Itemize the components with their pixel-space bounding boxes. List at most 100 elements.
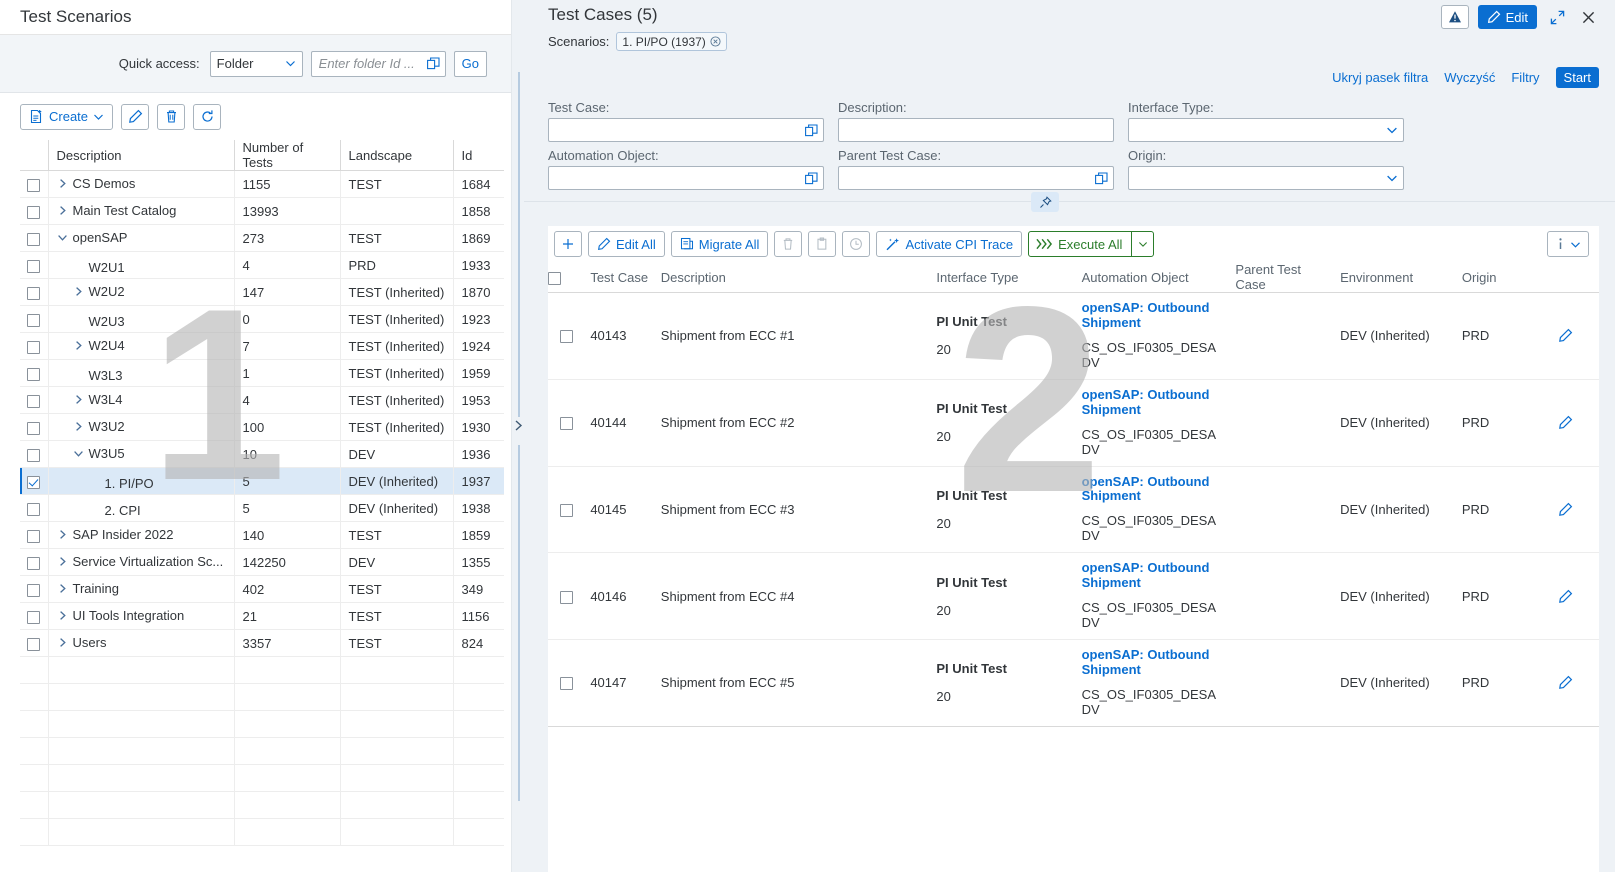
execute-all-button[interactable]: Execute All [1028, 231, 1154, 257]
tree-row-checkbox[interactable] [27, 233, 40, 246]
tree-row-checkbox[interactable] [27, 638, 40, 651]
activate-cpi-trace-button[interactable]: Activate CPI Trace [876, 231, 1022, 257]
filter-input[interactable] [548, 166, 824, 190]
row-checkbox-cell[interactable] [548, 293, 584, 380]
tree-row-checkbox-cell[interactable] [20, 171, 48, 198]
row-edit-pencil-icon[interactable] [1558, 328, 1593, 343]
close-circle-icon[interactable] [710, 36, 721, 47]
cell-automation-object[interactable]: openSAP: Outbound ShipmentCS_OS_IF0305_D… [1076, 553, 1230, 640]
row-checkbox[interactable] [560, 677, 573, 690]
tree-row[interactable]: 2. CPI5DEV (Inherited)1938 [20, 495, 504, 522]
tree-row-description-cell[interactable]: W2U1 [48, 252, 234, 279]
cell-row-actions[interactable] [1552, 640, 1599, 727]
tree-row-checkbox[interactable] [27, 530, 40, 543]
row-edit-pencil-icon[interactable] [1558, 502, 1593, 517]
refresh-button[interactable] [193, 104, 221, 130]
tree-row[interactable]: Training402TEST349 [20, 576, 504, 603]
tree-row-checkbox-cell[interactable] [20, 414, 48, 441]
quick-access-type-select[interactable]: Folder [210, 51, 303, 77]
tree-row-checkbox-cell[interactable] [20, 198, 48, 225]
automation-object-link[interactable]: openSAP: Outbound Shipment [1082, 561, 1224, 591]
tree-row-description-cell[interactable]: W2U4 [48, 333, 234, 360]
automation-object-link[interactable]: openSAP: Outbound Shipment [1082, 388, 1224, 418]
cell-row-actions[interactable] [1552, 293, 1599, 380]
tree-row-checkbox[interactable] [27, 314, 40, 327]
table-row[interactable]: 40146Shipment from ECC #4PI Unit Test20o… [548, 553, 1599, 640]
tree-expand-expand-icon[interactable] [73, 421, 89, 432]
row-checkbox[interactable] [560, 504, 573, 517]
tree-row-checkbox-cell[interactable] [20, 225, 48, 252]
column-header-id[interactable]: Id [453, 140, 504, 171]
select-all-checkbox[interactable] [548, 272, 561, 285]
automation-object-link[interactable]: openSAP: Outbound Shipment [1082, 301, 1224, 331]
tree-row-checkbox[interactable] [27, 503, 40, 516]
tree-row[interactable]: W3L31TEST (Inherited)1959 [20, 360, 504, 387]
row-checkbox[interactable] [560, 591, 573, 604]
column-header-automation-object[interactable]: Automation Object [1076, 262, 1230, 293]
tree-row[interactable]: W3U510DEV1936 [20, 441, 504, 468]
filter-input[interactable] [838, 166, 1114, 190]
filter-input[interactable] [548, 118, 824, 142]
row-checkbox-cell[interactable] [548, 640, 584, 727]
tree-row-checkbox[interactable] [27, 449, 40, 462]
tree-row[interactable]: SAP Insider 2022140TEST1859 [20, 522, 504, 549]
execute-all-main[interactable]: Execute All [1029, 237, 1131, 252]
chevron-down-icon[interactable] [1386, 172, 1398, 184]
tree-row[interactable]: Users3357TEST824 [20, 630, 504, 657]
row-checkbox[interactable] [560, 417, 573, 430]
tree-row-checkbox[interactable] [27, 287, 40, 300]
tree-expand-collapse-icon[interactable] [57, 232, 73, 243]
scenarios-tree-container[interactable]: Description Number of Tests Landscape Id… [0, 140, 511, 872]
column-header-environment[interactable]: Environment [1334, 262, 1456, 293]
tree-row-checkbox[interactable] [27, 557, 40, 570]
quick-access-go-button[interactable]: Go [454, 51, 487, 77]
tree-row-checkbox-cell[interactable] [20, 522, 48, 549]
tree-row-description-cell[interactable]: Service Virtualization Sc... [48, 549, 234, 576]
column-header-number-of-tests[interactable]: Number of Tests [234, 140, 340, 171]
folder-id-input[interactable]: Enter folder Id ... [311, 51, 446, 77]
create-button[interactable]: Create [20, 104, 113, 130]
tree-row-checkbox-cell[interactable] [20, 360, 48, 387]
tree-row-description-cell[interactable]: 2. CPI [48, 495, 234, 522]
column-header-description[interactable]: Description [655, 262, 931, 293]
tree-row-checkbox-cell[interactable] [20, 603, 48, 630]
column-header-description[interactable]: Description [48, 140, 234, 171]
tree-expand-expand-icon[interactable] [57, 529, 73, 540]
cell-automation-object[interactable]: openSAP: Outbound ShipmentCS_OS_IF0305_D… [1076, 379, 1230, 466]
tree-expand-expand-icon[interactable] [73, 340, 89, 351]
tree-row-checkbox[interactable] [27, 260, 40, 273]
close-button[interactable] [1577, 5, 1599, 29]
filters-link[interactable]: Filtry [1511, 70, 1539, 85]
cases-select-all-header[interactable] [548, 262, 584, 293]
tree-row-description-cell[interactable]: SAP Insider 2022 [48, 522, 234, 549]
alert-button[interactable] [1441, 5, 1469, 29]
delete-scenario-button[interactable] [157, 104, 185, 130]
cell-automation-object[interactable]: openSAP: Outbound ShipmentCS_OS_IF0305_D… [1076, 293, 1230, 380]
tree-expand-expand-icon[interactable] [57, 610, 73, 621]
row-edit-pencil-icon[interactable] [1558, 675, 1593, 690]
tree-row[interactable]: Main Test Catalog139931858 [20, 198, 504, 225]
row-edit-pencil-icon[interactable] [1558, 415, 1593, 430]
tree-row[interactable]: CS Demos1155TEST1684 [20, 171, 504, 198]
tree-row-checkbox-cell[interactable] [20, 441, 48, 468]
tree-row-checkbox-cell[interactable] [20, 387, 48, 414]
tree-row-description-cell[interactable]: W2U2 [48, 279, 234, 306]
splitter-chevron-right-icon[interactable] [513, 419, 524, 432]
tree-row-checkbox-cell[interactable] [20, 333, 48, 360]
tree-row-description-cell[interactable]: CS Demos [48, 171, 234, 198]
tree-row[interactable]: UI Tools Integration21TEST1156 [20, 603, 504, 630]
tree-row-checkbox[interactable] [27, 368, 40, 381]
clear-filters-link[interactable]: Wyczyść [1444, 70, 1495, 85]
filter-input[interactable] [1128, 118, 1404, 142]
tree-row-description-cell[interactable]: openSAP [48, 225, 234, 252]
column-header-test-case[interactable]: Test Case [584, 262, 654, 293]
column-header-interface-type[interactable]: Interface Type [930, 262, 1075, 293]
hide-filter-bar-link[interactable]: Ukryj pasek filtra [1332, 70, 1428, 85]
history-button[interactable] [842, 231, 870, 257]
table-row[interactable]: 40144Shipment from ECC #2PI Unit Test20o… [548, 379, 1599, 466]
tree-row-checkbox[interactable] [27, 611, 40, 624]
tree-row[interactable]: W3U2100TEST (Inherited)1930 [20, 414, 504, 441]
tree-row-description-cell[interactable]: W3L3 [48, 360, 234, 387]
row-edit-pencil-icon[interactable] [1558, 589, 1593, 604]
cell-automation-object[interactable]: openSAP: Outbound ShipmentCS_OS_IF0305_D… [1076, 466, 1230, 553]
